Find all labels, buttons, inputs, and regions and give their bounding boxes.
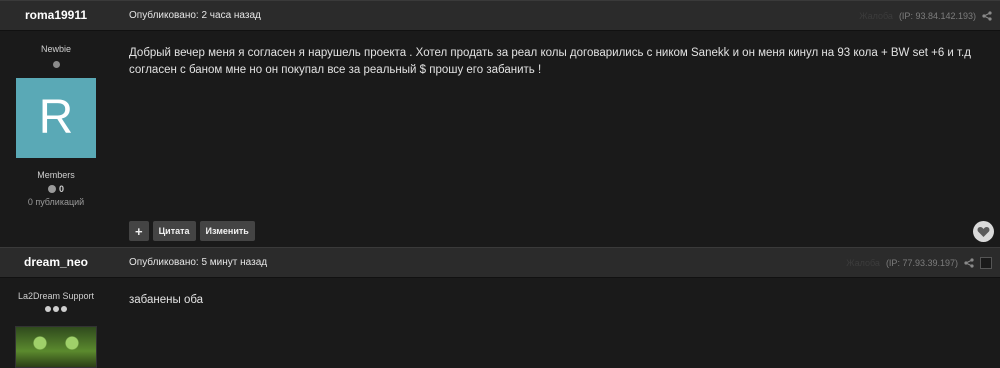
rank-title: Newbie <box>40 44 71 54</box>
avatar[interactable] <box>15 326 97 368</box>
ip-address: (IP: 93.84.142.193) <box>898 10 976 21</box>
avatar[interactable]: R <box>16 78 96 158</box>
rank-pip <box>53 306 59 312</box>
author-name[interactable]: roma19911 <box>0 1 112 30</box>
post-header: dream_neo Опубликовано: 5 минут назад Жа… <box>0 247 1000 278</box>
author-sidebar: Newbie R Members 0 0 публикаций <box>0 31 112 207</box>
moderate-checkbox[interactable] <box>980 256 992 269</box>
reputation: 0 <box>0 184 112 194</box>
share-icon[interactable] <box>964 257 974 268</box>
post-count: 0 публикаций <box>27 197 85 207</box>
author-name[interactable]: dream_neo <box>0 248 112 277</box>
post-actions: + Цитата Изменить <box>129 221 255 241</box>
ip-address: (IP: 77.93.39.197) <box>885 257 958 268</box>
share-icon[interactable] <box>982 10 992 21</box>
post-header: roma19911 Опубликовано: 2 часа назад Жал… <box>0 0 1000 31</box>
report-link[interactable]: Жалоба <box>846 258 880 268</box>
post-meta: Жалоба (IP: 77.93.39.197) <box>846 248 992 277</box>
post-2: dream_neo Опубликовано: 5 минут назад Жа… <box>0 247 1000 368</box>
rank-pips <box>0 306 112 312</box>
post-content: Добрый вечер меня я согласен я нарушель … <box>129 47 971 76</box>
edit-button[interactable]: Изменить <box>199 221 255 241</box>
post-meta: Жалоба (IP: 93.84.142.193) <box>859 1 992 30</box>
multiquote-button[interactable]: + <box>129 221 149 241</box>
post-date: Опубликовано: 5 минут назад <box>129 257 268 268</box>
rank-title: La2Dream Support <box>17 291 95 301</box>
report-link[interactable]: Жалоба <box>859 11 893 21</box>
online-status-dot <box>52 61 60 68</box>
reputation-icon <box>47 185 56 193</box>
rank-pip <box>45 306 51 312</box>
reputation-value: 0 <box>58 184 64 194</box>
author-sidebar: La2Dream Support <box>0 278 112 368</box>
member-group: Members <box>37 170 75 180</box>
post-date: Опубликовано: 2 часа назад <box>129 10 261 21</box>
rank-pip <box>61 306 67 312</box>
quote-button[interactable]: Цитата <box>152 221 196 241</box>
post-1: roma19911 Опубликовано: 2 часа назад Жал… <box>0 0 1000 242</box>
post-content: забанены оба <box>129 294 204 306</box>
heart-icon[interactable] <box>973 221 994 242</box>
